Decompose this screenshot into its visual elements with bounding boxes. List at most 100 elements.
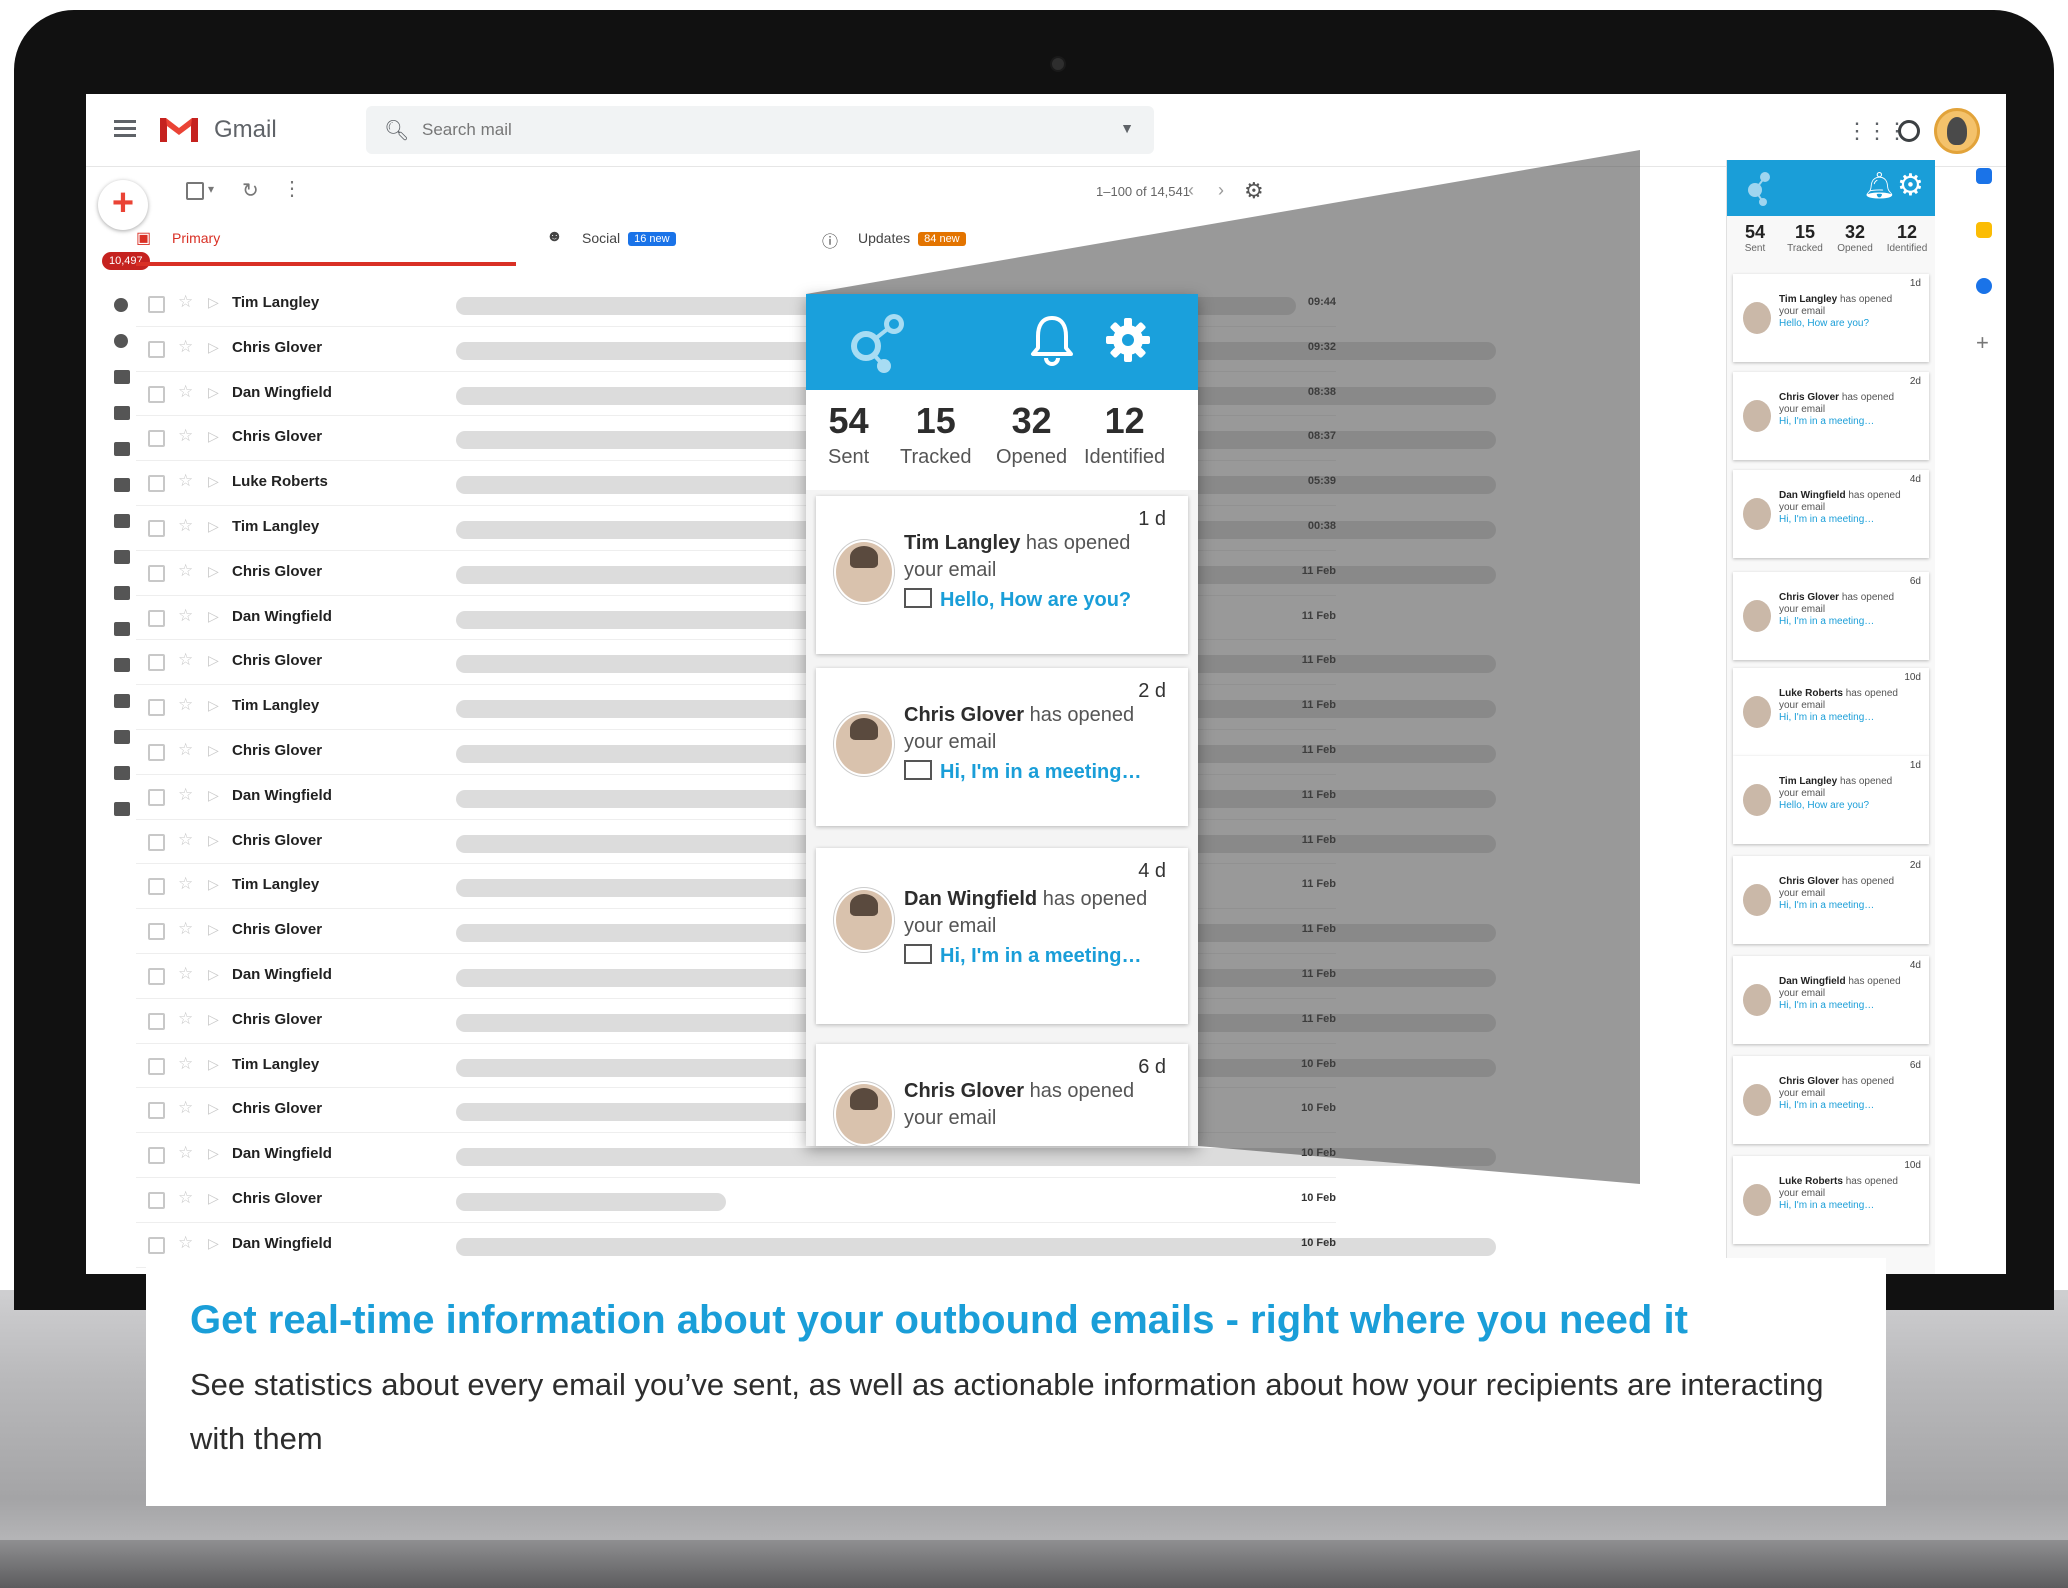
row-checkbox[interactable] xyxy=(148,1147,165,1165)
important-marker-icon[interactable]: ▷ xyxy=(208,652,219,669)
email-subject-link[interactable]: Hi, I'm in a meeting… xyxy=(1779,616,1874,627)
row-checkbox[interactable] xyxy=(148,1057,165,1075)
star-icon[interactable]: ☆ xyxy=(178,785,193,805)
star-icon[interactable]: ☆ xyxy=(178,650,193,670)
tab-social[interactable]: ☻ Social 16 new xyxy=(546,222,796,262)
star-icon[interactable]: ☆ xyxy=(178,919,193,939)
important-marker-icon[interactable]: ▷ xyxy=(208,1011,219,1028)
label-icon[interactable] xyxy=(114,658,130,672)
select-all-checkbox[interactable] xyxy=(186,182,204,200)
row-checkbox[interactable] xyxy=(148,654,165,672)
keep-icon[interactable] xyxy=(1976,222,1992,238)
search-icon[interactable]: 🔍︎ xyxy=(384,118,409,143)
important-marker-icon[interactable]: ▷ xyxy=(208,1190,219,1207)
search-bar[interactable]: 🔍︎ Search mail ▼ xyxy=(366,106,1154,154)
important-marker-icon[interactable]: ▷ xyxy=(208,608,219,625)
row-checkbox[interactable] xyxy=(148,1102,165,1120)
gear-icon[interactable] xyxy=(1104,316,1152,364)
open-notification-card[interactable]: 1d Tim Langley has opened your email Hello,… xyxy=(1733,756,1929,844)
main-menu-icon[interactable] xyxy=(114,120,136,141)
settings-gear-icon[interactable]: ⚙ xyxy=(1244,178,1264,204)
open-notification-card[interactable]: 6 d Chris Glover has opened your email xyxy=(816,1044,1188,1146)
important-marker-icon[interactable]: ▷ xyxy=(208,1056,219,1073)
row-checkbox[interactable] xyxy=(148,519,165,537)
open-notification-card[interactable]: 2d Chris Glover has opened your email Hi, I… xyxy=(1733,372,1929,460)
important-marker-icon[interactable]: ▷ xyxy=(208,563,219,580)
account-avatar[interactable] xyxy=(1934,108,1980,154)
important-marker-icon[interactable]: ▷ xyxy=(208,339,219,356)
star-icon[interactable]: ☆ xyxy=(178,426,193,446)
open-notification-card[interactable]: 6d Chris Glover has opened your email Hi, I… xyxy=(1733,572,1929,660)
important-marker-icon[interactable]: ▷ xyxy=(208,1145,219,1162)
tab-primary[interactable]: ▣ Primary xyxy=(136,222,516,266)
row-checkbox[interactable] xyxy=(148,923,165,941)
pager-arrows-icon[interactable]: ‹› xyxy=(1188,180,1248,201)
email-subject-link[interactable]: Hi, I'm in a meeting… xyxy=(1779,1000,1874,1011)
label-icon[interactable] xyxy=(114,514,130,528)
star-icon[interactable]: ☆ xyxy=(178,337,193,357)
tasks-icon[interactable] xyxy=(1976,278,1992,294)
bell-icon[interactable] xyxy=(1030,314,1074,366)
row-checkbox[interactable] xyxy=(148,609,165,627)
row-checkbox[interactable] xyxy=(148,878,165,896)
row-checkbox[interactable] xyxy=(148,743,165,761)
star-icon[interactable]: ☆ xyxy=(178,695,193,715)
important-marker-icon[interactable]: ▷ xyxy=(208,1100,219,1117)
gear-icon[interactable]: ⚙ xyxy=(1897,168,1924,203)
sent-icon[interactable] xyxy=(114,406,130,420)
star-icon[interactable]: ☆ xyxy=(178,516,193,536)
open-notification-card[interactable]: 1 d Tim Langley has opened your email Hel… xyxy=(816,496,1188,654)
row-checkbox[interactable] xyxy=(148,833,165,851)
snoozed-icon[interactable] xyxy=(114,334,128,348)
label-icon[interactable] xyxy=(114,730,130,744)
star-icon[interactable]: ☆ xyxy=(178,1098,193,1118)
label-icon[interactable] xyxy=(114,478,130,492)
open-notification-card[interactable]: 6d Chris Glover has opened your email Hi, I… xyxy=(1733,1056,1929,1144)
refresh-icon[interactable]: ↻ xyxy=(242,178,259,203)
label-icon[interactable] xyxy=(114,586,130,600)
select-dropdown-icon[interactable]: ▾ xyxy=(208,182,214,196)
star-icon[interactable]: ☆ xyxy=(178,292,193,312)
star-icon[interactable]: ☆ xyxy=(178,740,193,760)
star-icon[interactable]: ☆ xyxy=(178,1233,193,1253)
important-marker-icon[interactable]: ▷ xyxy=(208,966,219,983)
notifications-icon[interactable] xyxy=(1898,120,1920,142)
drafts-icon[interactable] xyxy=(114,442,130,456)
star-icon[interactable]: ☆ xyxy=(178,1188,193,1208)
open-notification-card[interactable]: 4d Dan Wingfield has opened your email Hi, … xyxy=(1733,470,1929,558)
row-checkbox[interactable] xyxy=(148,564,165,582)
star-icon[interactable]: ☆ xyxy=(178,830,193,850)
star-icon[interactable]: ☆ xyxy=(178,874,193,894)
important-marker-icon[interactable]: ▷ xyxy=(208,518,219,535)
row-checkbox[interactable] xyxy=(148,430,165,448)
star-icon[interactable]: ☆ xyxy=(178,382,193,402)
add-addon-icon[interactable]: + xyxy=(1976,330,1989,356)
email-subject-link[interactable]: Hello, How are you? xyxy=(1779,318,1869,329)
star-icon[interactable]: ☆ xyxy=(178,1054,193,1074)
email-subject-link[interactable]: Hi, I'm in a meeting… xyxy=(1779,1100,1874,1111)
email-subject-link[interactable]: Hi, I'm in a meeting… xyxy=(940,761,1141,783)
calendar-icon[interactable] xyxy=(1976,168,1992,184)
email-subject-link[interactable]: Hi, I'm in a meeting… xyxy=(940,945,1141,967)
important-marker-icon[interactable]: ▷ xyxy=(208,921,219,938)
starred-icon[interactable] xyxy=(114,298,128,312)
star-icon[interactable]: ☆ xyxy=(178,471,193,491)
open-notification-card[interactable]: 2 d Chris Glover has opened your email Hi… xyxy=(816,668,1188,826)
open-notification-card[interactable]: 2d Chris Glover has opened your email Hi, I… xyxy=(1733,856,1929,944)
label-icon[interactable] xyxy=(114,622,130,636)
row-checkbox[interactable] xyxy=(148,788,165,806)
important-marker-icon[interactable]: ▷ xyxy=(208,697,219,714)
row-checkbox[interactable] xyxy=(148,1236,165,1254)
table-row[interactable]: ☆ ▷ Chris Glover 10 Feb xyxy=(136,1178,1336,1223)
open-notification-card[interactable]: 4 d Dan Wingfield has opened your email H… xyxy=(816,848,1188,1024)
row-checkbox[interactable] xyxy=(148,475,165,493)
star-icon[interactable]: ☆ xyxy=(178,606,193,626)
important-marker-icon[interactable]: ▷ xyxy=(208,294,219,311)
important-marker-icon[interactable]: ▷ xyxy=(208,742,219,759)
tab-updates[interactable]: ⓘ Updates 84 new xyxy=(822,222,1072,262)
email-subject-link[interactable]: Hello, How are you? xyxy=(940,589,1131,611)
important-icon[interactable] xyxy=(114,370,130,384)
row-checkbox[interactable] xyxy=(148,699,165,717)
row-checkbox[interactable] xyxy=(148,296,165,313)
star-icon[interactable]: ☆ xyxy=(178,561,193,581)
